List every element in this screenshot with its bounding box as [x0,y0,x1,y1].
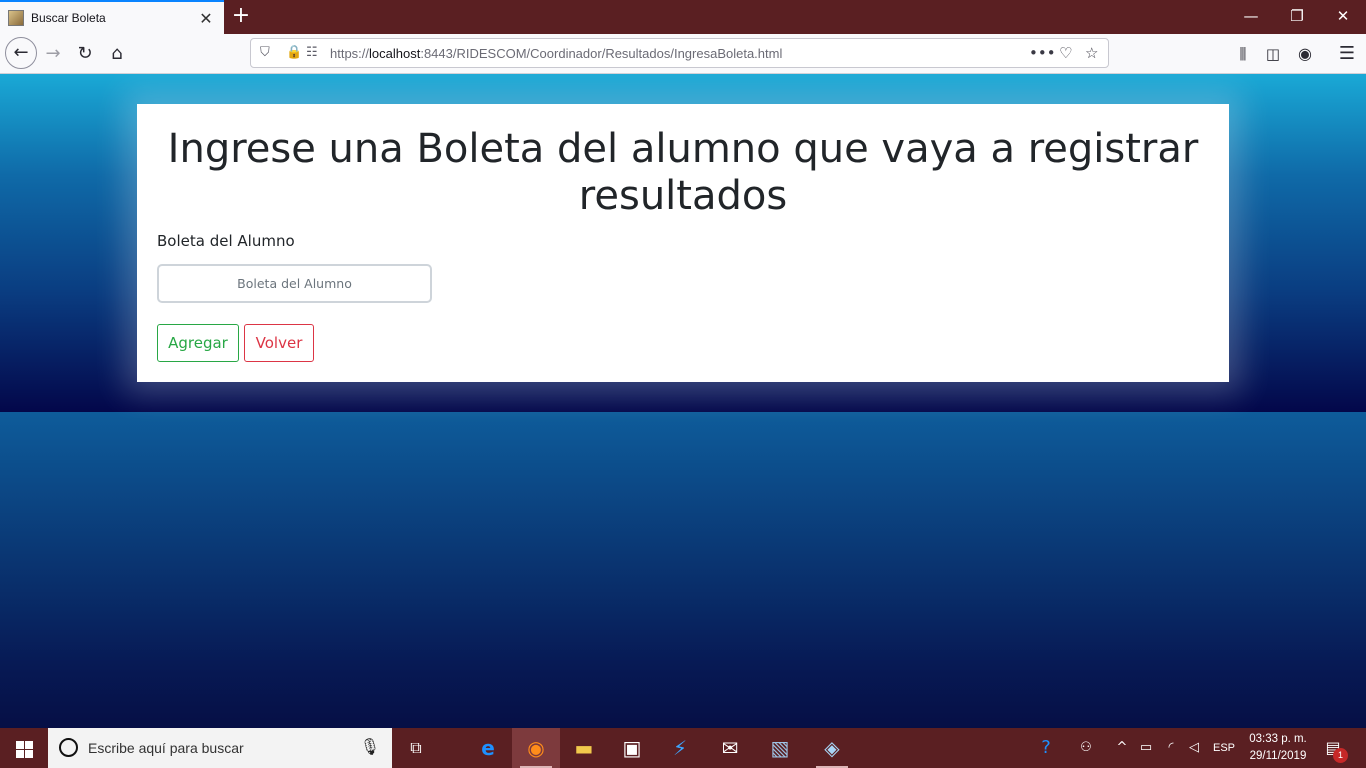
tab-buscar-boleta[interactable]: Buscar Boleta ✕ [0,0,224,34]
form-card: Ingrese una Boleta del alumno que vaya a… [137,104,1229,382]
help-icon[interactable]: ? [1032,728,1060,768]
tab-title: Buscar Boleta [31,11,106,25]
bookmark-star-icon[interactable]: ☆ [1085,44,1098,62]
library-icon[interactable]: ⫼ [1228,39,1258,69]
new-tab-button[interactable]: + [228,2,254,30]
url-host: localhost [369,46,421,61]
url-prefix: https:// [330,46,370,61]
boleta-input[interactable] [157,264,432,303]
permissions-icon[interactable]: ☷ [306,45,318,60]
minimize-button[interactable]: — [1228,0,1274,34]
clock-date: 29/11/2019 [1249,750,1307,762]
search-placeholder: Escribe aquí para buscar [88,740,244,756]
page-favicon-icon [8,10,24,26]
browser-toolbar: ← → ↻ ⌂ ⛉ 🔒 ☷ https://localhost:8443/RID… [0,34,1366,74]
store-icon[interactable]: ▣ [608,728,656,768]
edge-icon[interactable]: e [464,728,512,768]
back-arrow-icon[interactable]: ← [5,37,37,69]
mail-icon[interactable]: ✉ [706,728,754,768]
people-icon[interactable]: ⚇ [1074,728,1098,768]
windows-logo-icon [16,741,24,749]
wifi-icon[interactable]: ◜ [1160,728,1182,768]
browser-tab-strip: Buscar Boleta ✕ + — ❐ ✕ [0,0,1366,34]
tab-close-icon[interactable]: ✕ [196,9,216,28]
url-path: :8443/RIDESCOM/Coordinador/Resultados/In… [420,46,783,61]
taskbar-clock[interactable]: 03:33 p. m. 29/11/2019 [1240,731,1316,765]
pocket-icon[interactable]: ♡ [1059,44,1072,62]
firefox-icon[interactable]: ◉ [512,728,560,768]
volume-icon[interactable]: ◁ [1184,728,1204,768]
agregar-button[interactable]: Agregar [157,324,239,362]
close-window-button[interactable]: ✕ [1320,0,1366,34]
start-button[interactable] [0,728,48,768]
microphone-icon[interactable]: 🎙 [360,737,380,756]
clock-time: 03:33 p. m. [1249,733,1307,745]
insecure-lock-icon[interactable]: 🔒 [286,45,302,60]
restore-button[interactable]: ❐ [1274,0,1320,34]
shield-icon[interactable]: ⛉ [260,45,270,60]
windows-taskbar: Escribe aquí para buscar 🎙 ⧉ e ◉ ▬ ▣ ⚡ ✉… [0,728,1366,768]
page-background: Ingrese una Boleta del alumno que vaya a… [0,74,1366,728]
hero-section: Ingrese una Boleta del alumno que vaya a… [0,74,1366,412]
vscode-icon[interactable]: ⚡ [656,728,704,768]
boleta-field-label: Boleta del Alumno [157,232,295,250]
notification-count-badge: 1 [1333,748,1348,763]
volver-button[interactable]: Volver [244,324,314,362]
address-bar[interactable]: ⛉ 🔒 ☷ https://localhost:8443/RIDESCOM/Co… [250,38,1109,68]
reload-icon[interactable]: ↻ [70,39,100,69]
page-title: Ingrese una Boleta del alumno que vaya a… [167,126,1199,219]
show-hidden-icons-icon[interactable]: ^ [1112,728,1132,768]
cortana-icon [59,738,78,757]
taskbar-search-box[interactable]: Escribe aquí para buscar 🎙 [48,728,392,768]
forward-arrow-icon[interactable]: → [38,39,68,69]
virtualbox-icon[interactable]: ◈ [808,728,856,768]
mysql-workbench-icon[interactable]: ▧ [756,728,804,768]
account-icon[interactable]: ◉ [1290,39,1320,69]
home-icon[interactable]: ⌂ [102,39,132,69]
sidebar-icon[interactable]: ◫ [1258,39,1288,69]
file-explorer-icon[interactable]: ▬ [560,728,608,768]
task-view-icon[interactable]: ⧉ [392,728,440,768]
url-text[interactable]: https://localhost:8443/RIDESCOM/Coordina… [330,46,782,61]
menu-icon[interactable]: ☰ [1332,39,1362,69]
page-actions-icon[interactable]: ••• [1029,44,1056,62]
language-indicator[interactable]: ESP [1210,728,1238,768]
battery-icon[interactable]: ▭ [1136,728,1156,768]
